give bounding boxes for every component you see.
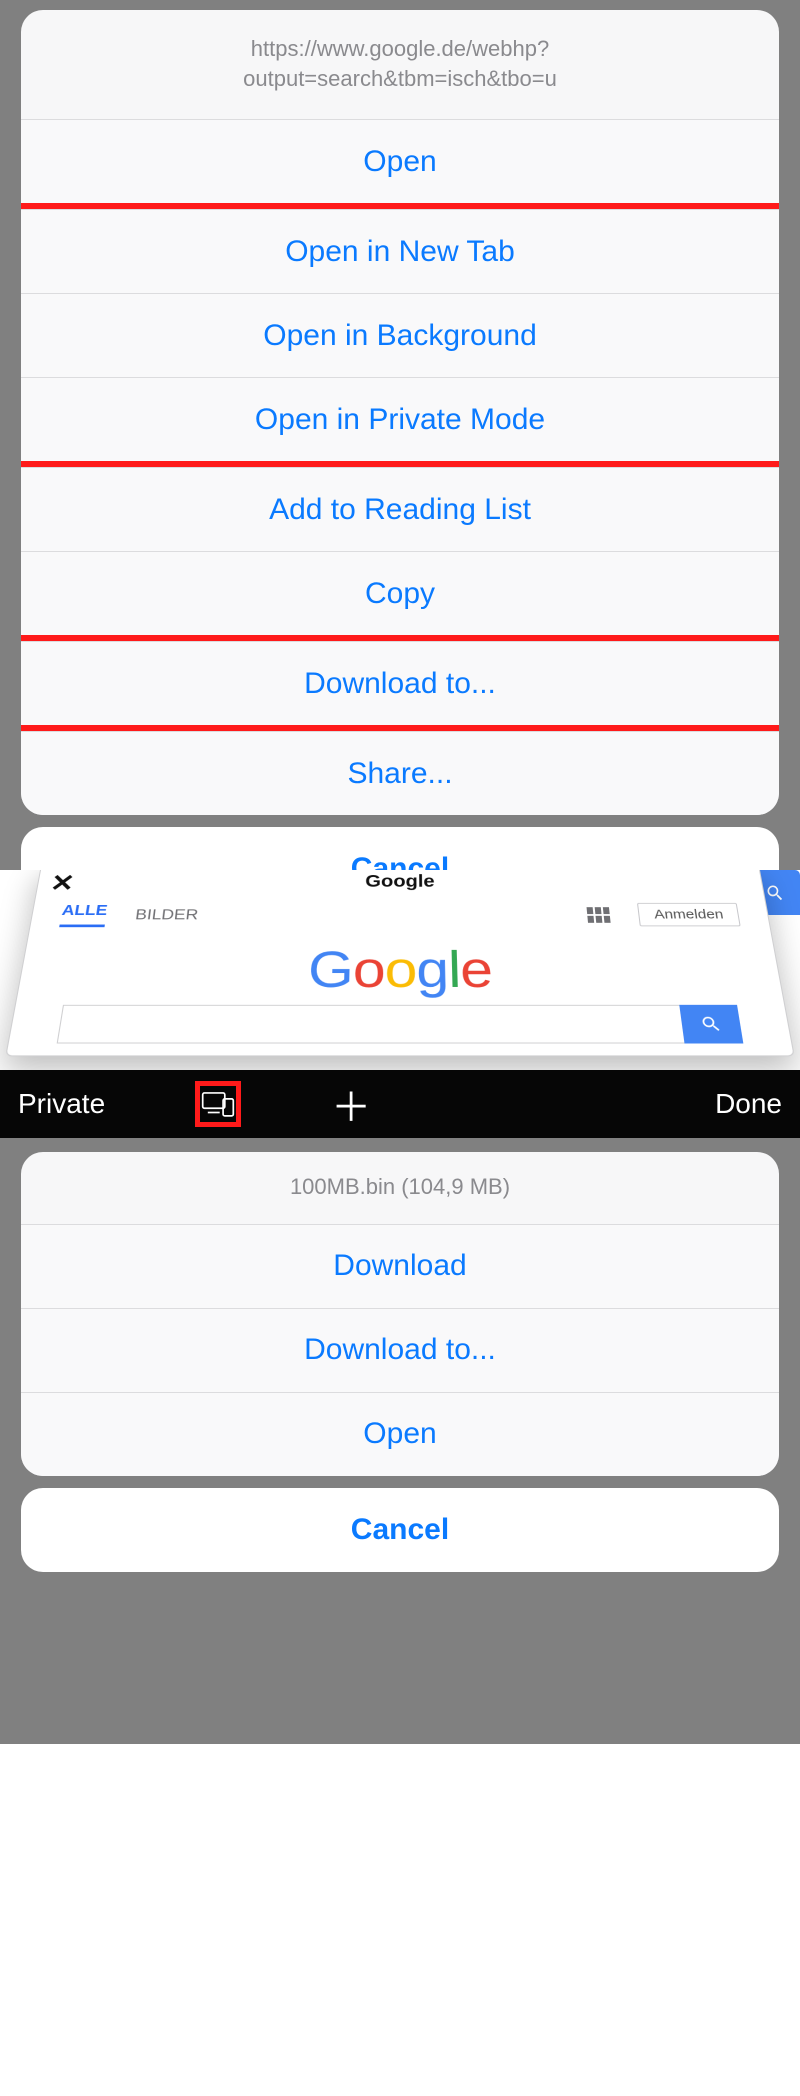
google-logo: Google bbox=[16, 927, 784, 1005]
cancel-button-2[interactable]: Cancel bbox=[21, 1488, 779, 1572]
tab-title: Google bbox=[36, 870, 765, 899]
download-to-button[interactable]: Download to... bbox=[21, 641, 779, 725]
highlight-box-tabs: Open in New Tab Open in Background Open … bbox=[21, 203, 779, 467]
open-file-button[interactable]: Open bbox=[21, 1392, 779, 1476]
tab-switcher-panel: ✕ Google ALLE BILDER Anmelden Google bbox=[0, 870, 800, 1138]
search-input[interactable] bbox=[57, 1005, 685, 1044]
close-icon[interactable]: ✕ bbox=[48, 870, 76, 897]
search-button[interactable] bbox=[679, 1005, 743, 1044]
share-button[interactable]: Share... bbox=[21, 731, 779, 815]
sign-in-button[interactable]: Anmelden bbox=[637, 903, 740, 926]
add-reading-list-button[interactable]: Add to Reading List bbox=[21, 467, 779, 551]
tab-switcher-toolbar: Private ＋ Done bbox=[0, 1070, 800, 1138]
tab-images[interactable]: BILDER bbox=[134, 906, 199, 923]
download-button[interactable]: Download bbox=[21, 1224, 779, 1308]
open-new-tab-button[interactable]: Open in New Tab bbox=[21, 209, 779, 293]
open-button[interactable]: Open bbox=[21, 119, 779, 203]
download-action-sheet-panel: 100MB.bin (104,9 MB) Download Download t… bbox=[0, 1138, 800, 1744]
open-private-mode-button[interactable]: Open in Private Mode bbox=[21, 377, 779, 461]
link-action-sheet-panel: https://www.google.de/webhp? output=sear… bbox=[0, 0, 800, 870]
action-sheet-url: https://www.google.de/webhp? output=sear… bbox=[21, 10, 779, 119]
download-to-button-2[interactable]: Download to... bbox=[21, 1308, 779, 1392]
apps-icon[interactable] bbox=[587, 907, 611, 923]
done-button[interactable]: Done bbox=[715, 1088, 782, 1120]
tab-all[interactable]: ALLE bbox=[59, 902, 108, 927]
url-line-1: https://www.google.de/webhp? bbox=[61, 34, 739, 64]
private-toggle[interactable]: Private bbox=[18, 1088, 105, 1120]
download-action-sheet: 100MB.bin (104,9 MB) Download Download t… bbox=[21, 1152, 779, 1476]
tab-card[interactable]: ✕ Google ALLE BILDER Anmelden Google bbox=[5, 870, 795, 1056]
action-sheet: https://www.google.de/webhp? output=sear… bbox=[21, 10, 779, 815]
new-tab-button[interactable]: ＋ bbox=[331, 1075, 371, 1133]
url-line-2: output=search&tbm=isch&tbo=u bbox=[61, 64, 739, 94]
synced-devices-button[interactable] bbox=[195, 1081, 241, 1127]
open-background-button[interactable]: Open in Background bbox=[21, 293, 779, 377]
highlight-box-download: Download to... bbox=[21, 635, 779, 731]
download-file-header: 100MB.bin (104,9 MB) bbox=[21, 1152, 779, 1224]
copy-button[interactable]: Copy bbox=[21, 551, 779, 635]
